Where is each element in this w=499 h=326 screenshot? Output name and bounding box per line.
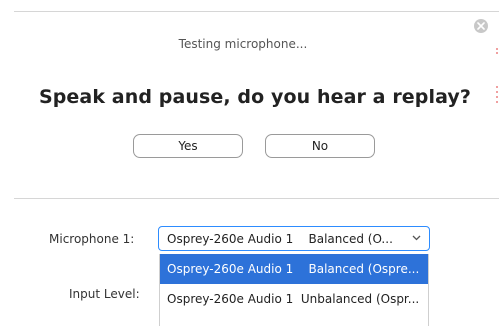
microphone-dropdown-list: Osprey-260e Audio 1 Balanced (Ospre... O…	[159, 254, 429, 326]
microphone-selected-value: Osprey-260e Audio 1 Balanced (O...	[167, 231, 393, 246]
dialog-top-border	[14, 11, 499, 12]
close-icon	[477, 22, 485, 30]
microphone-select[interactable]: Osprey-260e Audio 1 Balanced (O...	[158, 226, 430, 251]
chevron-down-icon	[412, 235, 421, 241]
section-divider	[14, 198, 499, 199]
replay-question: Speak and pause, do you hear a replay?	[38, 86, 472, 108]
no-button[interactable]: No	[265, 134, 375, 158]
test-microphone-dialog: Testing microphone... Speak and pause, d…	[0, 0, 499, 326]
yes-button[interactable]: Yes	[133, 134, 243, 158]
microphone-label: Microphone 1:	[49, 232, 135, 246]
microphone-option-partial[interactable]	[160, 314, 428, 326]
close-button[interactable]	[474, 19, 488, 33]
status-text: Testing microphone...	[178, 37, 308, 51]
microphone-option[interactable]: Osprey-260e Audio 1 Unbalanced (Ospr...	[160, 284, 428, 314]
microphone-option[interactable]: Osprey-260e Audio 1 Balanced (Ospre...	[160, 254, 428, 284]
input-level-label: Input Level:	[69, 287, 140, 301]
